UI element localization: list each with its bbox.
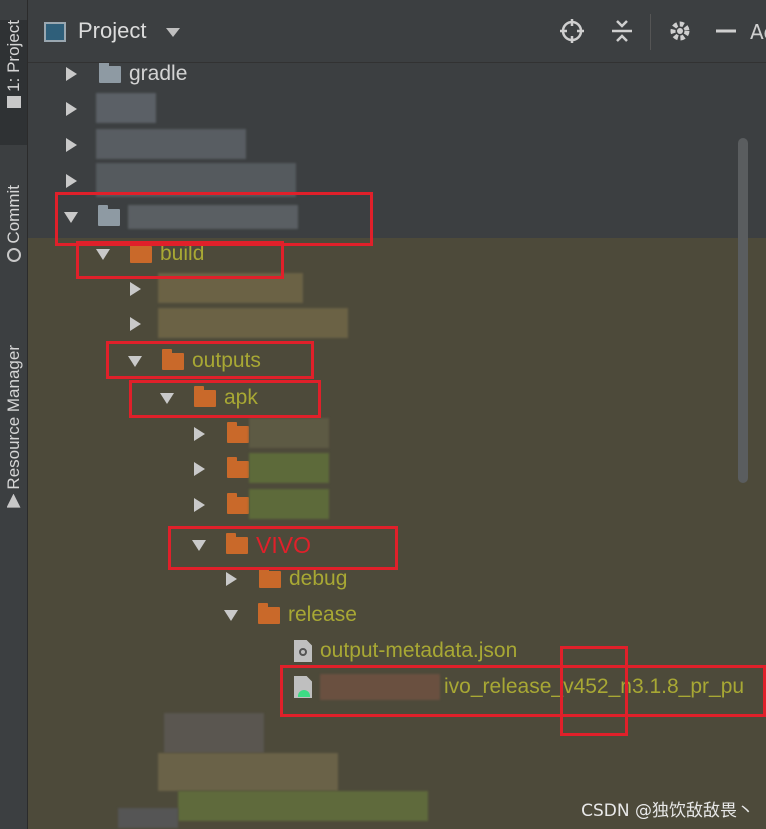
expand-arrow-icon[interactable] <box>130 317 141 331</box>
annotation-box <box>280 665 766 717</box>
tab-project-label: 1: Project <box>3 20 23 92</box>
folder-icon <box>227 456 249 478</box>
expand-arrow-icon[interactable] <box>194 498 205 512</box>
folder-icon <box>99 63 121 83</box>
expand-arrow-icon[interactable] <box>194 427 205 441</box>
project-tree[interactable]: gradle build outputs apk VIVO debug rele… <box>28 63 766 829</box>
expand-arrow-icon[interactable] <box>66 67 77 81</box>
redacted-region <box>164 713 264 753</box>
tree-item-label: release <box>288 603 357 626</box>
redacted-region <box>118 808 178 828</box>
redacted-region <box>249 453 329 483</box>
tree-item-label: output-metadata.json <box>320 639 518 662</box>
expand-arrow-icon[interactable] <box>226 572 237 586</box>
commit-icon <box>6 247 21 262</box>
collapse-arrow-icon[interactable] <box>224 609 238 621</box>
tree-item-release[interactable]: release <box>224 599 357 631</box>
annotation-box <box>129 380 321 418</box>
redacted-region <box>158 308 348 338</box>
locate-icon[interactable] <box>558 18 586 51</box>
tool-window-strip: 1: Project Commit Resource Manager <box>0 0 28 829</box>
project-tab-icon <box>6 95 21 108</box>
redacted-region <box>96 129 246 159</box>
tab-commit[interactable]: Commit <box>0 185 27 290</box>
tree-item-hidden[interactable] <box>130 308 348 340</box>
tree-item-hidden[interactable] <box>66 93 156 125</box>
expand-arrow-icon[interactable] <box>194 462 205 476</box>
annotation-box <box>168 526 398 570</box>
folder-icon <box>259 566 281 588</box>
tab-commit-label: Commit <box>3 185 23 244</box>
tab-resource-manager-label: Resource Manager <box>3 345 23 490</box>
tree-item-hidden[interactable] <box>66 129 246 161</box>
tab-project[interactable]: 1: Project <box>0 20 27 145</box>
tree-item-flavor[interactable] <box>194 418 329 450</box>
resource-manager-icon <box>6 493 21 508</box>
json-file-icon <box>294 640 312 662</box>
gear-icon[interactable] <box>666 18 694 51</box>
redacted-region <box>158 753 338 791</box>
redacted-region <box>96 93 156 123</box>
annotation-box <box>106 341 314 379</box>
watermark: CSDN @独饮敌敌畏丶 <box>581 801 754 821</box>
expand-arrow-icon[interactable] <box>130 282 141 296</box>
chevron-down-icon[interactable] <box>166 28 180 37</box>
annotation-box <box>76 241 284 279</box>
expand-arrow-icon[interactable] <box>66 174 77 188</box>
cut-off-label: Ad <box>750 20 766 44</box>
tree-item-output-metadata[interactable]: output-metadata.json <box>294 635 517 667</box>
expand-arrow-icon[interactable] <box>66 102 77 116</box>
folder-icon <box>258 602 280 624</box>
minimize-icon[interactable] <box>712 18 740 51</box>
folder-icon <box>227 492 249 514</box>
project-toolbar: Project Ad <box>28 0 766 63</box>
collapse-all-icon[interactable] <box>608 18 636 51</box>
tree-item-label: debug <box>289 567 348 590</box>
tree-item-gradle[interactable]: gradle <box>66 63 187 90</box>
annotation-box <box>55 192 373 246</box>
redacted-region <box>249 418 329 448</box>
tree-item-flavor[interactable] <box>194 489 329 521</box>
tree-item-flavor[interactable] <box>194 453 329 485</box>
redacted-region <box>178 791 428 821</box>
annotation-box <box>560 646 628 736</box>
redacted-region <box>249 489 329 519</box>
project-view-icon <box>44 22 66 42</box>
project-view-title[interactable]: Project <box>78 18 146 44</box>
folder-icon <box>227 421 249 443</box>
tree-item-label: gradle <box>129 63 188 85</box>
expand-arrow-icon[interactable] <box>66 138 77 152</box>
tab-resource-manager[interactable]: Resource Manager <box>0 345 27 545</box>
vertical-scrollbar[interactable] <box>738 138 748 483</box>
toolbar-separator <box>650 14 651 50</box>
